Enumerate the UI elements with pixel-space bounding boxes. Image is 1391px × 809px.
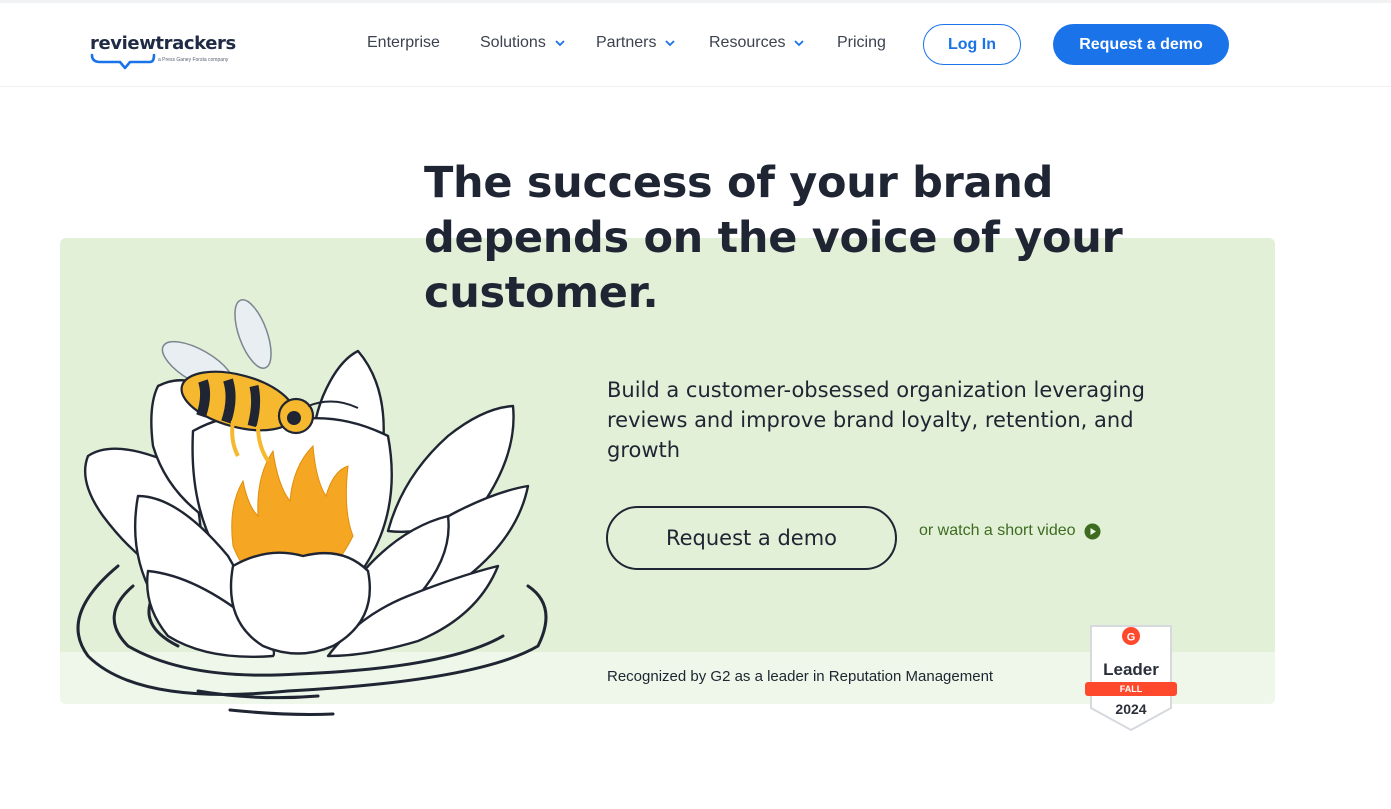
recognition-text: Recognized by G2 as a leader in Reputati… — [607, 668, 994, 685]
request-demo-header-button[interactable]: Request a demo — [1053, 24, 1229, 65]
site-header: reviewtrackers a Press Ganey Forsta comp… — [0, 3, 1391, 87]
nav-label: Enterprise — [367, 34, 440, 51]
speech-bubble-icon — [90, 53, 156, 70]
watch-video-link[interactable]: or watch a short video — [919, 522, 1101, 540]
hero-subheadline: Build a customer-obsessed organization l… — [607, 378, 1145, 462]
bee-on-water-lily-illustration — [76, 299, 548, 716]
play-circle-icon — [1084, 523, 1101, 539]
nav-solutions[interactable]: Solutions — [480, 34, 566, 52]
nav-label: Partners — [596, 34, 657, 51]
nav-label: Solutions — [480, 34, 546, 51]
badge-season: FALL — [1119, 684, 1143, 694]
request-demo-hero-button[interactable]: Request a demo — [606, 506, 897, 570]
g2-leader-badge: G Leader FALL 2024 — [1083, 622, 1179, 734]
nav-enterprise[interactable]: Enterprise — [367, 34, 440, 52]
nav-label: Pricing — [837, 34, 886, 51]
hero-headline: The success of your brand depends on the… — [424, 158, 1123, 318]
watch-video-label: or watch a short video — [919, 522, 1076, 539]
ripple — [228, 708, 335, 716]
chevron-down-icon — [794, 40, 805, 47]
login-button[interactable]: Log In — [923, 24, 1021, 65]
nav-label: Resources — [709, 34, 786, 51]
chevron-down-icon — [555, 40, 565, 47]
nav-resources[interactable]: Resources — [709, 34, 805, 52]
logo-tagline: a Press Ganey Forsta company — [158, 57, 229, 63]
badge-title: Leader — [1103, 660, 1159, 679]
nav-partners[interactable]: Partners — [596, 34, 676, 52]
badge-year: 2024 — [1115, 701, 1147, 717]
logo-wordmark: reviewtrackers — [90, 33, 236, 54]
chevron-down-icon — [665, 40, 676, 47]
nav-pricing[interactable]: Pricing — [837, 34, 886, 52]
g2-logo-icon: G — [1127, 632, 1136, 644]
logo[interactable]: reviewtrackers a Press Ganey Forsta comp… — [90, 33, 250, 73]
